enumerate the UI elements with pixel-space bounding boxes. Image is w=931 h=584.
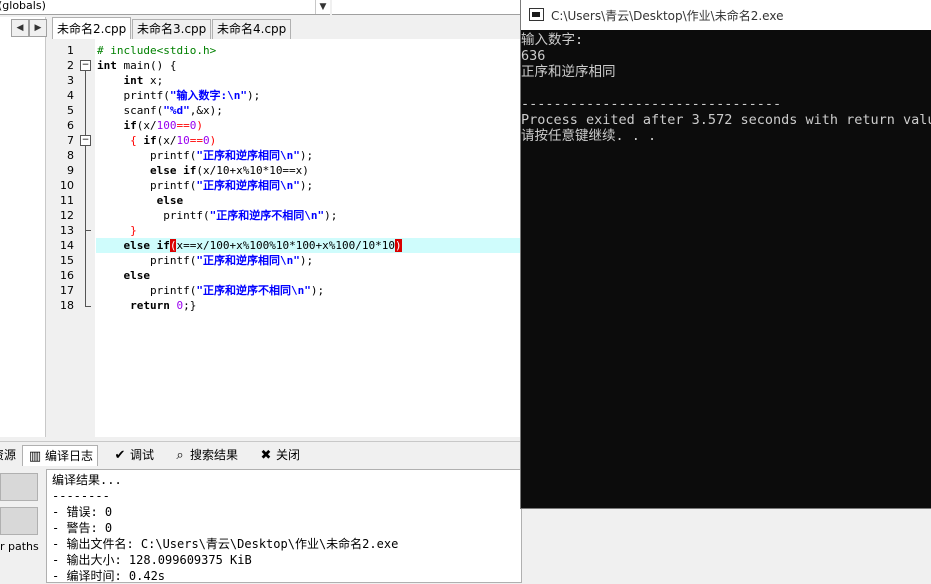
bar-chart-icon: ▥ bbox=[28, 449, 42, 464]
fold-end-marker bbox=[85, 230, 91, 231]
code-line: printf("正序和逆序相同\n"); bbox=[149, 149, 314, 162]
code-line: } bbox=[130, 224, 137, 237]
log-line: - 编译时间: 0.42s bbox=[52, 569, 166, 583]
console-line: 正序和逆序相同 bbox=[521, 64, 616, 80]
tab-resources[interactable]: 资源 bbox=[0, 445, 16, 465]
console-line: Process exited after 3.572 seconds with … bbox=[521, 112, 931, 128]
code-line: printf("输入数字:\n"); bbox=[123, 89, 261, 102]
code-editor[interactable]: 1 2 3 4 5 6 7 8 9 10 11 12 13 14 15 16 1… bbox=[52, 39, 520, 437]
code-line: else bbox=[123, 269, 151, 282]
line-number: 1 bbox=[67, 44, 74, 57]
line-number: 8 bbox=[67, 149, 74, 162]
line-number: 3 bbox=[67, 74, 74, 87]
fold-toggle-icon[interactable]: − bbox=[80, 60, 91, 71]
code-line: printf("正序和逆序相同\n"); bbox=[149, 254, 314, 267]
output-tab-bar: 资源 ▥编译日志 ✔调试 ⌕搜索结果 ✖关闭 bbox=[0, 441, 520, 468]
console-output[interactable]: 输入数字: 636 正序和逆序相同 ----------------------… bbox=[521, 30, 931, 508]
line-number: 7 bbox=[67, 134, 74, 147]
bracket-match-close: ) bbox=[395, 239, 402, 252]
line-number: 11 bbox=[60, 194, 74, 207]
code-line: printf("正序和逆序不相同\n"); bbox=[163, 209, 338, 222]
code-line-current: else if(x==x/100+x%100%10*100+x%100/10*1… bbox=[123, 239, 402, 252]
tab-file-3[interactable]: 未命名4.cpp bbox=[212, 19, 292, 39]
tab-file-2[interactable]: 未命名3.cpp bbox=[132, 19, 212, 39]
code-line: printf("正序和逆序不相同\n"); bbox=[149, 284, 325, 297]
code-line: return 0;} bbox=[130, 299, 197, 312]
chevron-down-icon[interactable]: ▼ bbox=[315, 0, 330, 14]
line-number: 12 bbox=[60, 209, 74, 222]
line-number: 14 bbox=[60, 239, 74, 252]
checkmark-icon: ✔ bbox=[114, 448, 126, 463]
line-number: 6 bbox=[67, 119, 74, 132]
tab-search-results[interactable]: ⌕ 搜索结果 bbox=[172, 445, 238, 465]
console-line: 请按任意键继续. . . bbox=[521, 128, 657, 144]
console-icon bbox=[529, 8, 544, 21]
line-number: 4 bbox=[67, 89, 74, 102]
line-number: 13 bbox=[60, 224, 74, 237]
tab-close[interactable]: ✖ 关闭 bbox=[258, 445, 300, 465]
log-line: 编译结果... bbox=[52, 473, 122, 487]
fold-end-marker bbox=[85, 306, 91, 307]
code-line: scanf("%d",&x); bbox=[123, 104, 223, 117]
tab-debug[interactable]: ✔ 调试 bbox=[112, 445, 154, 465]
line-number: 16 bbox=[60, 269, 74, 282]
paths-label: r paths bbox=[0, 540, 39, 553]
line-number: 2 bbox=[67, 59, 74, 72]
line-number: 15 bbox=[60, 254, 74, 267]
log-line: - 错误: 0 bbox=[52, 505, 113, 519]
scroll-right-icon[interactable]: ▶ bbox=[29, 19, 47, 37]
close-icon: ✖ bbox=[260, 448, 272, 463]
line-number: 18 bbox=[60, 299, 74, 312]
line-number: 9 bbox=[67, 164, 74, 177]
log-line: -------- bbox=[52, 489, 110, 503]
code-line: else bbox=[156, 194, 184, 207]
log-line: - 警告: 0 bbox=[52, 521, 113, 535]
compile-action-button[interactable] bbox=[0, 507, 38, 535]
line-number: 5 bbox=[67, 104, 74, 117]
code-line: if(x/100==0) bbox=[123, 119, 204, 132]
tab-scroll-arrows: ◀ ▶ bbox=[8, 19, 47, 37]
fold-guide bbox=[85, 71, 86, 307]
tab-compile-log[interactable]: ▥ 编译日志 bbox=[22, 445, 99, 466]
symbol-combo[interactable] bbox=[332, 0, 522, 15]
project-panel bbox=[0, 17, 46, 437]
scope-combo-value: (globals) bbox=[0, 0, 46, 12]
code-line: # include<stdio.h> bbox=[97, 44, 217, 57]
console-titlebar[interactable]: C:\Users\青云\Desktop\作业\未命名2.exe bbox=[521, 0, 931, 30]
search-icon: ⌕ bbox=[176, 448, 184, 463]
log-line: - 输出文件名: C:\Users\青云\Desktop\作业\未命名2.exe bbox=[52, 537, 399, 551]
console-line: -------------------------------- bbox=[521, 96, 782, 112]
console-line: 636 bbox=[521, 48, 546, 64]
code-line: printf("正序和逆序相同\n"); bbox=[149, 179, 314, 192]
tab-file-1[interactable]: 未命名2.cpp bbox=[52, 17, 132, 40]
compiler-side-panel bbox=[0, 469, 45, 581]
editor-tab-bar: 未命名2.cpp 未命名3.cpp 未命名4.cpp bbox=[52, 17, 520, 40]
line-number: 17 bbox=[60, 284, 74, 297]
compile-action-button[interactable] bbox=[0, 473, 38, 501]
log-line: - 输出大小: 128.099609375 KiB bbox=[52, 553, 252, 567]
console-window[interactable]: C:\Users\青云\Desktop\作业\未命名2.exe 输入数字: 63… bbox=[520, 0, 931, 509]
console-line: 输入数字: bbox=[521, 32, 584, 48]
line-number: 10 bbox=[60, 179, 74, 192]
code-line: { if(x/10==0) bbox=[130, 134, 217, 147]
code-line: int x; bbox=[123, 74, 164, 87]
code-line: else if(x/10+x%10*10==x) bbox=[149, 164, 309, 177]
fold-toggle-icon[interactable]: − bbox=[80, 135, 91, 146]
scroll-left-icon[interactable]: ◀ bbox=[11, 19, 29, 37]
console-title: C:\Users\青云\Desktop\作业\未命名2.exe bbox=[551, 9, 784, 23]
code-line: int main() { bbox=[97, 59, 177, 72]
compile-log-output: 编译结果... -------- - 错误: 0 - 警告: 0 - 输出文件名… bbox=[46, 469, 522, 583]
scope-combo[interactable]: (globals) ▼ bbox=[0, 0, 330, 15]
